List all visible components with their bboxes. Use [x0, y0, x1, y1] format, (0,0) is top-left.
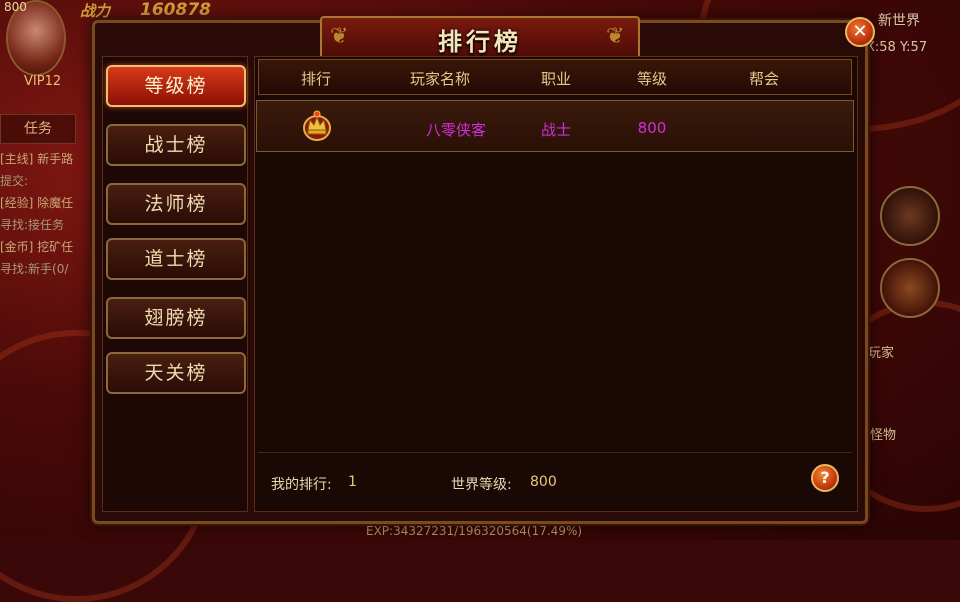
quest-line[interactable]: [金币] 挖矿任	[0, 236, 96, 258]
tab-warrior-ranking[interactable]: 战士榜	[106, 124, 246, 166]
tab-mage-ranking[interactable]: 法师榜	[106, 183, 246, 225]
map-name: 新世界	[878, 13, 920, 29]
player-target-label[interactable]: 玩家	[868, 342, 894, 361]
world-level-label: 世界等级:	[451, 477, 512, 493]
close-button[interactable]: ✕	[845, 17, 875, 47]
tab-level-ranking[interactable]: 等级榜	[106, 65, 246, 107]
my-rank-value: 1	[348, 474, 357, 490]
world-level-value: 800	[530, 474, 557, 490]
column-header-class: 职业	[540, 70, 571, 88]
quest-line: 提交:	[0, 174, 29, 188]
footer-divider	[258, 452, 852, 453]
help-button[interactable]: ?	[811, 464, 839, 492]
quest-line[interactable]: [经验] 除魔任	[0, 192, 96, 214]
player-name-cell[interactable]: 八零侠客	[396, 119, 516, 140]
my-rank-label: 我的排行:	[271, 477, 332, 493]
player-class-cell: 战士	[540, 121, 571, 139]
quest-line[interactable]: [主线] 新手路	[0, 148, 96, 170]
column-header-rank: 排行	[300, 70, 331, 88]
vip-badge[interactable]: VIP12	[24, 74, 61, 89]
column-header-level: 等级	[636, 70, 667, 88]
quest-line: 寻找:接任务	[0, 218, 65, 232]
monster-target-label[interactable]: 怪物	[870, 424, 896, 443]
quest-tracker[interactable]: [主线] 新手路 提交: [经验] 除魔任 寻找:接任务 [金币] 挖矿任 寻找…	[0, 148, 96, 280]
crown-icon	[303, 110, 331, 141]
task-tab[interactable]: 任务	[0, 114, 76, 144]
dialog-title: 排行榜	[438, 28, 522, 56]
column-header-guild: 帮会	[748, 70, 779, 88]
power-label: 战力	[80, 2, 111, 20]
map-coordinates: X:58 Y:57	[866, 40, 928, 55]
skill-button[interactable]	[880, 258, 940, 318]
quest-line: 寻找:新手(0/	[0, 262, 69, 276]
column-header-player-name: 玩家名称	[409, 70, 470, 88]
tab-taoist-ranking[interactable]: 道士榜	[106, 238, 246, 280]
tab-wings-ranking[interactable]: 翅膀榜	[106, 297, 246, 339]
combat-power-value: 160878	[140, 0, 211, 20]
exp-bar-text: EXP:34327231/196320564(17.49%)	[366, 524, 583, 538]
player-level-badge: 800	[4, 0, 27, 14]
player-level-cell: 800	[637, 119, 667, 137]
skill-button[interactable]	[880, 186, 940, 246]
tab-tower-ranking[interactable]: 天关榜	[106, 352, 246, 394]
